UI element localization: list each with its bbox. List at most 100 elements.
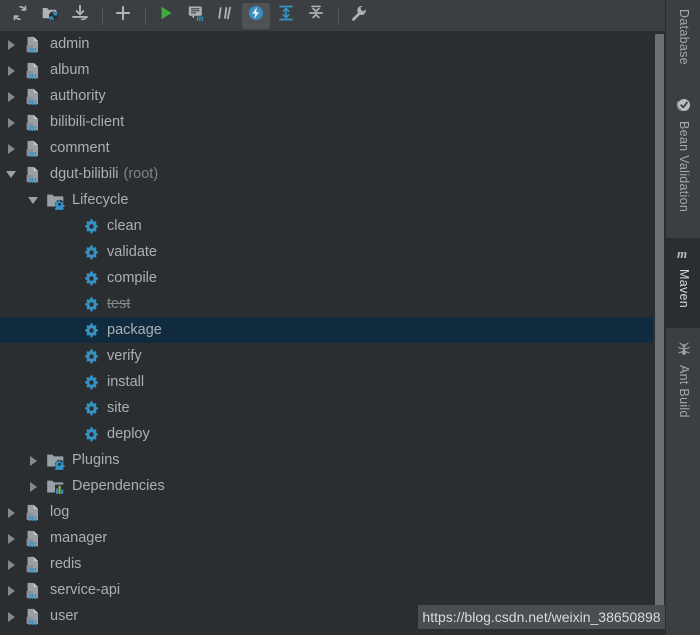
maven-module-icon: m: [24, 607, 43, 626]
toggle-skip-tests-icon: [217, 4, 235, 27]
lifecycle-folder-icon: [46, 191, 65, 210]
tree-row-label: validate: [107, 244, 157, 260]
tree-row[interactable]: Plugins: [0, 447, 665, 473]
expand-all-icon[interactable]: [272, 3, 300, 29]
chevron-right-icon[interactable]: [5, 116, 18, 129]
tree-row[interactable]: m service-api: [0, 577, 665, 603]
maven-project-tree[interactable]: m admin m album m authority m bilibili-client m c…: [0, 31, 665, 635]
tree-row[interactable]: m log: [0, 499, 665, 525]
tree-row[interactable]: m bilibili-client: [0, 109, 665, 135]
tab-bean-validation[interactable]: Bean Validation: [666, 90, 700, 225]
tree-row[interactable]: m redis: [0, 551, 665, 577]
goal-gear-icon: [83, 296, 100, 313]
tree-row[interactable]: m comment: [0, 135, 665, 161]
tree-row-label: album: [50, 62, 90, 78]
download-sources-icon[interactable]: [66, 3, 94, 29]
maven-m-icon: m: [676, 245, 692, 264]
tree-row[interactable]: m admin: [0, 31, 665, 57]
svg-text:m: m: [29, 513, 37, 522]
execute-maven-goal-icon[interactable]: m: [182, 3, 210, 29]
tool-tab-label: Ant Build: [677, 365, 691, 418]
plugins-folder-icon: [46, 451, 65, 470]
tree-row[interactable]: clean: [0, 213, 665, 239]
chevron-right-icon[interactable]: [27, 480, 40, 493]
tree-row-label: install: [107, 374, 145, 390]
maven-module-icon: m: [24, 113, 43, 132]
tree-row-label: deploy: [107, 426, 150, 442]
tree-row[interactable]: site: [0, 395, 665, 421]
tree-row[interactable]: m manager: [0, 525, 665, 551]
tree-row-sublabel: (root): [123, 166, 159, 182]
chevron-down-icon[interactable]: [5, 168, 18, 181]
expand-all-icon: [277, 4, 295, 27]
svg-text:m: m: [29, 45, 37, 54]
tree-row[interactable]: Dependencies: [0, 473, 665, 499]
chevron-right-icon[interactable]: [27, 454, 40, 467]
tree-row[interactable]: m authority: [0, 83, 665, 109]
tree-row[interactable]: install: [0, 369, 665, 395]
chevron-right-icon[interactable]: [5, 38, 18, 51]
tree-row[interactable]: validate: [0, 239, 665, 265]
tree-row-label: redis: [50, 556, 82, 572]
tree-row-selected[interactable]: package: [0, 317, 665, 343]
tree-row[interactable]: m dgut-bilibili (root): [0, 161, 665, 187]
tree-row[interactable]: m album: [0, 57, 665, 83]
toggle-offline-mode-icon[interactable]: [242, 2, 270, 29]
tree-row-label: user: [50, 608, 79, 624]
generate-sources-icon: [41, 4, 59, 27]
goal-gear-icon: [83, 348, 100, 365]
tree-row-label: test: [107, 296, 131, 312]
maven-module-icon: m: [24, 35, 43, 54]
chevron-right-icon[interactable]: [5, 506, 18, 519]
svg-text:m: m: [29, 565, 37, 574]
chevron-right-icon[interactable]: [5, 64, 18, 77]
goal-gear-icon: [83, 270, 100, 287]
maven-module-icon: m: [24, 165, 43, 184]
add-maven-project-icon[interactable]: [109, 3, 137, 29]
tab-maven[interactable]: m Maven: [666, 238, 700, 328]
tree-row-label: compile: [107, 270, 157, 286]
tree-row-label: clean: [107, 218, 142, 234]
chevron-down-icon[interactable]: [27, 194, 40, 207]
tree-row[interactable]: test: [0, 291, 665, 317]
collapse-all-icon[interactable]: [302, 3, 330, 29]
maven-settings-icon[interactable]: [345, 3, 373, 29]
run-maven-build-icon: [157, 4, 175, 27]
tree-row-label: Plugins: [72, 452, 120, 468]
svg-text:m: m: [196, 13, 203, 22]
tree-row-label: bilibili-client: [50, 114, 125, 130]
svg-text:m: m: [29, 97, 37, 106]
chevron-right-icon[interactable]: [5, 532, 18, 545]
vertical-scrollbar[interactable]: [653, 31, 665, 635]
scrollbar-thumb[interactable]: [655, 34, 664, 612]
maven-module-icon: m: [24, 555, 43, 574]
tab-database[interactable]: Database: [666, 2, 700, 76]
bean-validation-icon: [676, 97, 692, 116]
tree-row-label: site: [107, 400, 130, 416]
tree-row[interactable]: Lifecycle: [0, 187, 665, 213]
chevron-right-icon[interactable]: [5, 610, 18, 623]
chevron-right-icon[interactable]: [5, 142, 18, 155]
goal-gear-icon: [83, 322, 100, 339]
tree-row[interactable]: verify: [0, 343, 665, 369]
reimport-all-maven-projects-icon[interactable]: [6, 3, 34, 29]
toggle-skip-tests-icon[interactable]: [212, 3, 240, 29]
tree-row-label: manager: [50, 530, 108, 546]
chevron-right-icon[interactable]: [5, 584, 18, 597]
tree-row-label: admin: [50, 36, 90, 52]
tree-row[interactable]: deploy: [0, 421, 665, 447]
tree-row[interactable]: compile: [0, 265, 665, 291]
chevron-right-icon[interactable]: [5, 558, 18, 571]
tree-row-label: Lifecycle: [72, 192, 129, 208]
tree-row-label: Dependencies: [72, 478, 165, 494]
goal-gear-icon: [83, 244, 100, 261]
tab-ant-build[interactable]: Ant Build: [666, 334, 700, 438]
generate-sources-icon[interactable]: [36, 3, 64, 29]
tree-row-label: package: [107, 322, 162, 338]
chevron-right-icon[interactable]: [5, 90, 18, 103]
tree-row-label: authority: [50, 88, 106, 104]
run-maven-build-icon[interactable]: [152, 3, 180, 29]
